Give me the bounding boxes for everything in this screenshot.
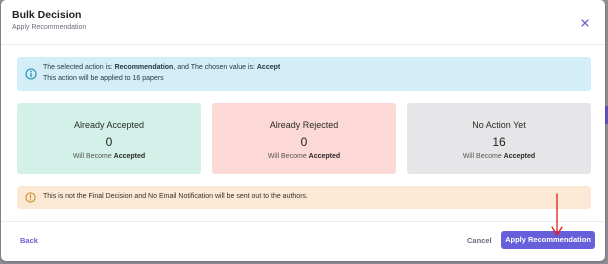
info-alert-prefix: The selected action is:: [43, 64, 115, 71]
info-alert-line-1: The selected action is: Recommendation, …: [43, 64, 280, 71]
close-icon: [581, 19, 589, 27]
card-title: No Action Yet: [472, 120, 526, 130]
apply-recommendation-button[interactable]: Apply Recommendation: [501, 231, 595, 249]
card-count: 0: [105, 135, 113, 149]
warning-alert: This is not the Final Decision and No Em…: [17, 186, 591, 209]
summary-card-already-accepted: Already Accepted 0 Will Become Accepted: [17, 103, 201, 174]
card-title: Already Accepted: [73, 120, 145, 130]
card-note: Will Become Accepted: [17, 153, 201, 160]
bulk-decision-dialog: Bulk Decision Apply Recommendation The s…: [1, 0, 605, 261]
info-alert-middle: , and The chosen value is:: [173, 64, 257, 71]
card-note-value: Accepted: [113, 153, 146, 160]
info-alert-line-2: This action will be applied to 16 papers: [43, 75, 164, 82]
card-count: 0: [300, 135, 308, 149]
warning-alert-text: This is not the Final Decision and No Em…: [43, 193, 308, 200]
back-button[interactable]: Back: [20, 236, 38, 245]
dialog-title: Bulk Decision: [12, 9, 82, 21]
dialog-subtitle: Apply Recommendation: [12, 24, 87, 31]
footer-divider: [1, 221, 605, 222]
info-alert-action: Recommendation: [114, 64, 174, 71]
card-note-value: Accepted: [503, 153, 536, 160]
card-note: Will Become Accepted: [212, 153, 396, 160]
card-note-prefix: Will Become: [72, 153, 114, 160]
card-title: Already Rejected: [269, 120, 339, 130]
screen: Bulk Decision Apply Recommendation The s…: [0, 0, 608, 264]
card-note: Will Become Accepted: [407, 153, 591, 160]
warning-circle-icon: [25, 192, 36, 203]
card-note-prefix: Will Become: [267, 153, 309, 160]
summary-card-no-action-yet: No Action Yet 16 Will Become Accepted: [407, 103, 591, 174]
summary-card-already-rejected: Already Rejected 0 Will Become Accepted: [212, 103, 396, 174]
card-note-value: Accepted: [308, 153, 341, 160]
card-count: 16: [492, 135, 506, 149]
info-alert-value: Accept: [256, 64, 281, 71]
info-circle-icon: [25, 68, 37, 80]
close-button[interactable]: [579, 16, 591, 28]
dialog-header: Bulk Decision Apply Recommendation: [1, 0, 605, 45]
info-alert: The selected action is: Recommendation, …: [17, 57, 591, 91]
cancel-button[interactable]: Cancel: [467, 236, 492, 245]
card-note-prefix: Will Become: [462, 153, 504, 160]
